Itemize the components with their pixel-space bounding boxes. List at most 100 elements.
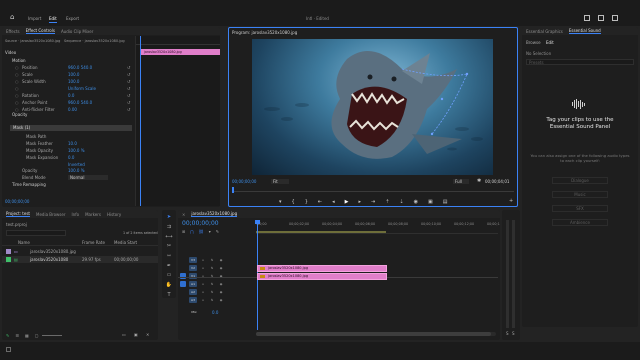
lock-icon[interactable]: ▫ xyxy=(200,257,206,263)
source-patch-toggle[interactable] xyxy=(180,257,186,263)
program-scrub-bar[interactable] xyxy=(232,187,514,193)
pencil-icon[interactable]: ✎ xyxy=(6,333,9,338)
status-icon[interactable] xyxy=(6,347,11,352)
timeline-settings-icon[interactable]: ✎ xyxy=(216,229,219,235)
step-forward-icon[interactable]: ▸ xyxy=(358,199,361,205)
playhead-handle[interactable] xyxy=(255,220,260,224)
lock-icon[interactable]: ▫ xyxy=(200,297,206,303)
freeform-view-icon[interactable]: ▢ xyxy=(35,333,39,338)
rectangle-tool-icon[interactable]: ▭ xyxy=(166,272,173,279)
mask-property-value[interactable]: 10.0 xyxy=(68,141,77,146)
timeline-scroll-thumb[interactable] xyxy=(256,332,491,336)
source-patch-toggle[interactable] xyxy=(180,273,186,279)
tab-history[interactable]: History xyxy=(107,212,121,217)
video-clip[interactable]: jaroslav3520x1080.jpg xyxy=(257,265,387,272)
stopwatch-icon[interactable]: ○ xyxy=(15,93,19,98)
tab-effects[interactable]: Effects xyxy=(6,29,20,34)
ec-timecode[interactable]: 00;00;00;00 xyxy=(5,199,29,204)
stopwatch-icon[interactable]: ○ xyxy=(15,79,19,84)
razor-icon[interactable]: ✂ xyxy=(166,243,173,250)
track-name[interactable]: V3 xyxy=(189,257,197,263)
track-name[interactable]: A1 xyxy=(189,281,197,287)
eye-icon[interactable]: ◉ xyxy=(218,289,224,295)
stopwatch-icon[interactable]: ○ xyxy=(15,100,19,105)
list-view-icon[interactable]: ☰ xyxy=(15,333,19,338)
reset-icon[interactable]: ↺ xyxy=(127,72,130,77)
reset-icon[interactable]: ↺ xyxy=(127,93,130,98)
go-to-out-icon[interactable]: ⇥ xyxy=(371,199,375,205)
motion-property-value[interactable]: 960.0 540.0 xyxy=(68,100,92,105)
sync-icon[interactable]: ⇅ xyxy=(209,273,215,279)
mark-out-icon[interactable]: } xyxy=(305,199,308,205)
project-row[interactable]: ▭ jaroslav3520x1080.jpg xyxy=(2,248,158,255)
audio-type-music[interactable]: Music xyxy=(552,191,608,198)
tab-effect-controls[interactable]: Effect Controls xyxy=(25,28,55,34)
button-editor-icon[interactable]: + xyxy=(509,198,513,204)
program-video-frame[interactable] xyxy=(252,39,493,175)
audio-clip[interactable]: jaroslav3520x1080.jpg xyxy=(257,273,387,280)
stopwatch-icon[interactable]: ○ xyxy=(15,86,19,91)
tab-edit[interactable]: Edit xyxy=(546,40,554,45)
quality-select[interactable]: Full xyxy=(453,179,469,184)
reset-icon[interactable]: ↺ xyxy=(127,100,130,105)
eye-icon[interactable]: ◉ xyxy=(218,257,224,263)
go-to-in-icon[interactable]: ⇤ xyxy=(318,199,322,205)
wrench-icon[interactable]: ✱ xyxy=(477,178,481,184)
effect-controls-mini-timeline[interactable]: jaroslav3520x1080.jpg xyxy=(135,36,220,206)
quick-export-icon[interactable] xyxy=(598,15,604,21)
sync-icon[interactable]: ⇅ xyxy=(209,257,215,263)
trash-icon[interactable]: ✕ xyxy=(146,332,149,337)
sync-icon[interactable]: ⇅ xyxy=(209,265,215,271)
label-color-swatch[interactable] xyxy=(6,257,11,262)
project-row[interactable]: ▤ jaroslav3520x1080 29.97 fps 00;00;00;0… xyxy=(2,256,158,263)
add-marker-icon[interactable]: ▾ xyxy=(279,199,282,205)
tab-media-browser[interactable]: Media Browser xyxy=(36,212,66,217)
mark-in-icon[interactable]: { xyxy=(292,199,295,205)
selection-tool-icon[interactable]: ➤ xyxy=(166,214,173,221)
lock-icon[interactable]: ▫ xyxy=(200,273,206,279)
tab-sequence[interactable]: jaroslav3520x1080.jpg xyxy=(191,211,238,217)
col-name[interactable]: Name xyxy=(18,240,30,245)
work-area-bar[interactable] xyxy=(256,231,386,233)
timeline-close-icon[interactable]: × xyxy=(182,212,185,217)
compare-icon[interactable]: ▣ xyxy=(428,199,433,205)
stopwatch-icon[interactable]: ○ xyxy=(15,65,19,70)
sync-icon[interactable]: ⇅ xyxy=(209,281,215,287)
track-name[interactable]: V2 xyxy=(189,265,197,271)
track-name[interactable]: Mix xyxy=(189,309,199,315)
track-name[interactable]: A2 xyxy=(189,289,197,295)
motion-property-value[interactable]: 0.0 xyxy=(68,93,74,98)
nest-icon[interactable]: ⊞ xyxy=(182,229,185,235)
tab-project[interactable]: Project: test xyxy=(6,211,30,217)
eye-icon[interactable]: ◉ xyxy=(218,297,224,303)
source-label[interactable]: Source · jaroslav3520x1080.jpg xyxy=(5,39,60,43)
mask-row[interactable]: Mask (1) xyxy=(10,125,132,131)
new-item-icon[interactable]: ▣ xyxy=(134,332,138,337)
source-patch-toggle[interactable] xyxy=(180,289,186,295)
audio-type-sfx[interactable]: SFX xyxy=(552,205,608,212)
mix-volume-value[interactable]: 0.0 xyxy=(212,310,218,315)
tab-markers[interactable]: Markers xyxy=(85,212,101,217)
blend-mode-select[interactable]: Normal xyxy=(68,175,108,180)
time-remapping[interactable]: Time Remapping xyxy=(12,182,46,187)
motion-property-value[interactable]: Uniform Scale xyxy=(68,86,96,91)
timeline-h-scrollbar[interactable] xyxy=(256,332,496,336)
nav-import[interactable]: Import xyxy=(28,16,41,21)
opacity-row-value[interactable]: 100.0 % xyxy=(68,168,85,173)
new-bin-icon[interactable]: ▭ xyxy=(122,332,126,337)
hand-tool-icon[interactable]: ✋ xyxy=(166,282,173,289)
pen-tool-icon[interactable]: ✒ xyxy=(166,262,173,269)
eye-icon[interactable]: ◉ xyxy=(218,273,224,279)
export-frame-icon[interactable]: ◉ xyxy=(414,199,418,205)
icon-view-icon[interactable]: ▦ xyxy=(25,333,29,338)
vr-icon[interactable]: ▤ xyxy=(443,199,448,205)
program-title[interactable]: Program: jaroslav3520x1080.jpg xyxy=(232,30,297,35)
motion-property-value[interactable]: 100.0 xyxy=(68,79,79,84)
program-timecode[interactable]: 00;00;00;00 xyxy=(232,179,256,184)
sequence-label[interactable]: Sequence · jaroslav3520x1080.jpg xyxy=(64,39,134,43)
reset-icon[interactable]: ↺ xyxy=(127,79,130,84)
tab-essential-sound[interactable]: Essential Sound xyxy=(568,28,601,34)
solo-left-button[interactable]: S xyxy=(506,331,509,336)
label-color-swatch[interactable] xyxy=(6,249,11,254)
audio-type-dialogue[interactable]: Dialogue xyxy=(552,177,608,184)
